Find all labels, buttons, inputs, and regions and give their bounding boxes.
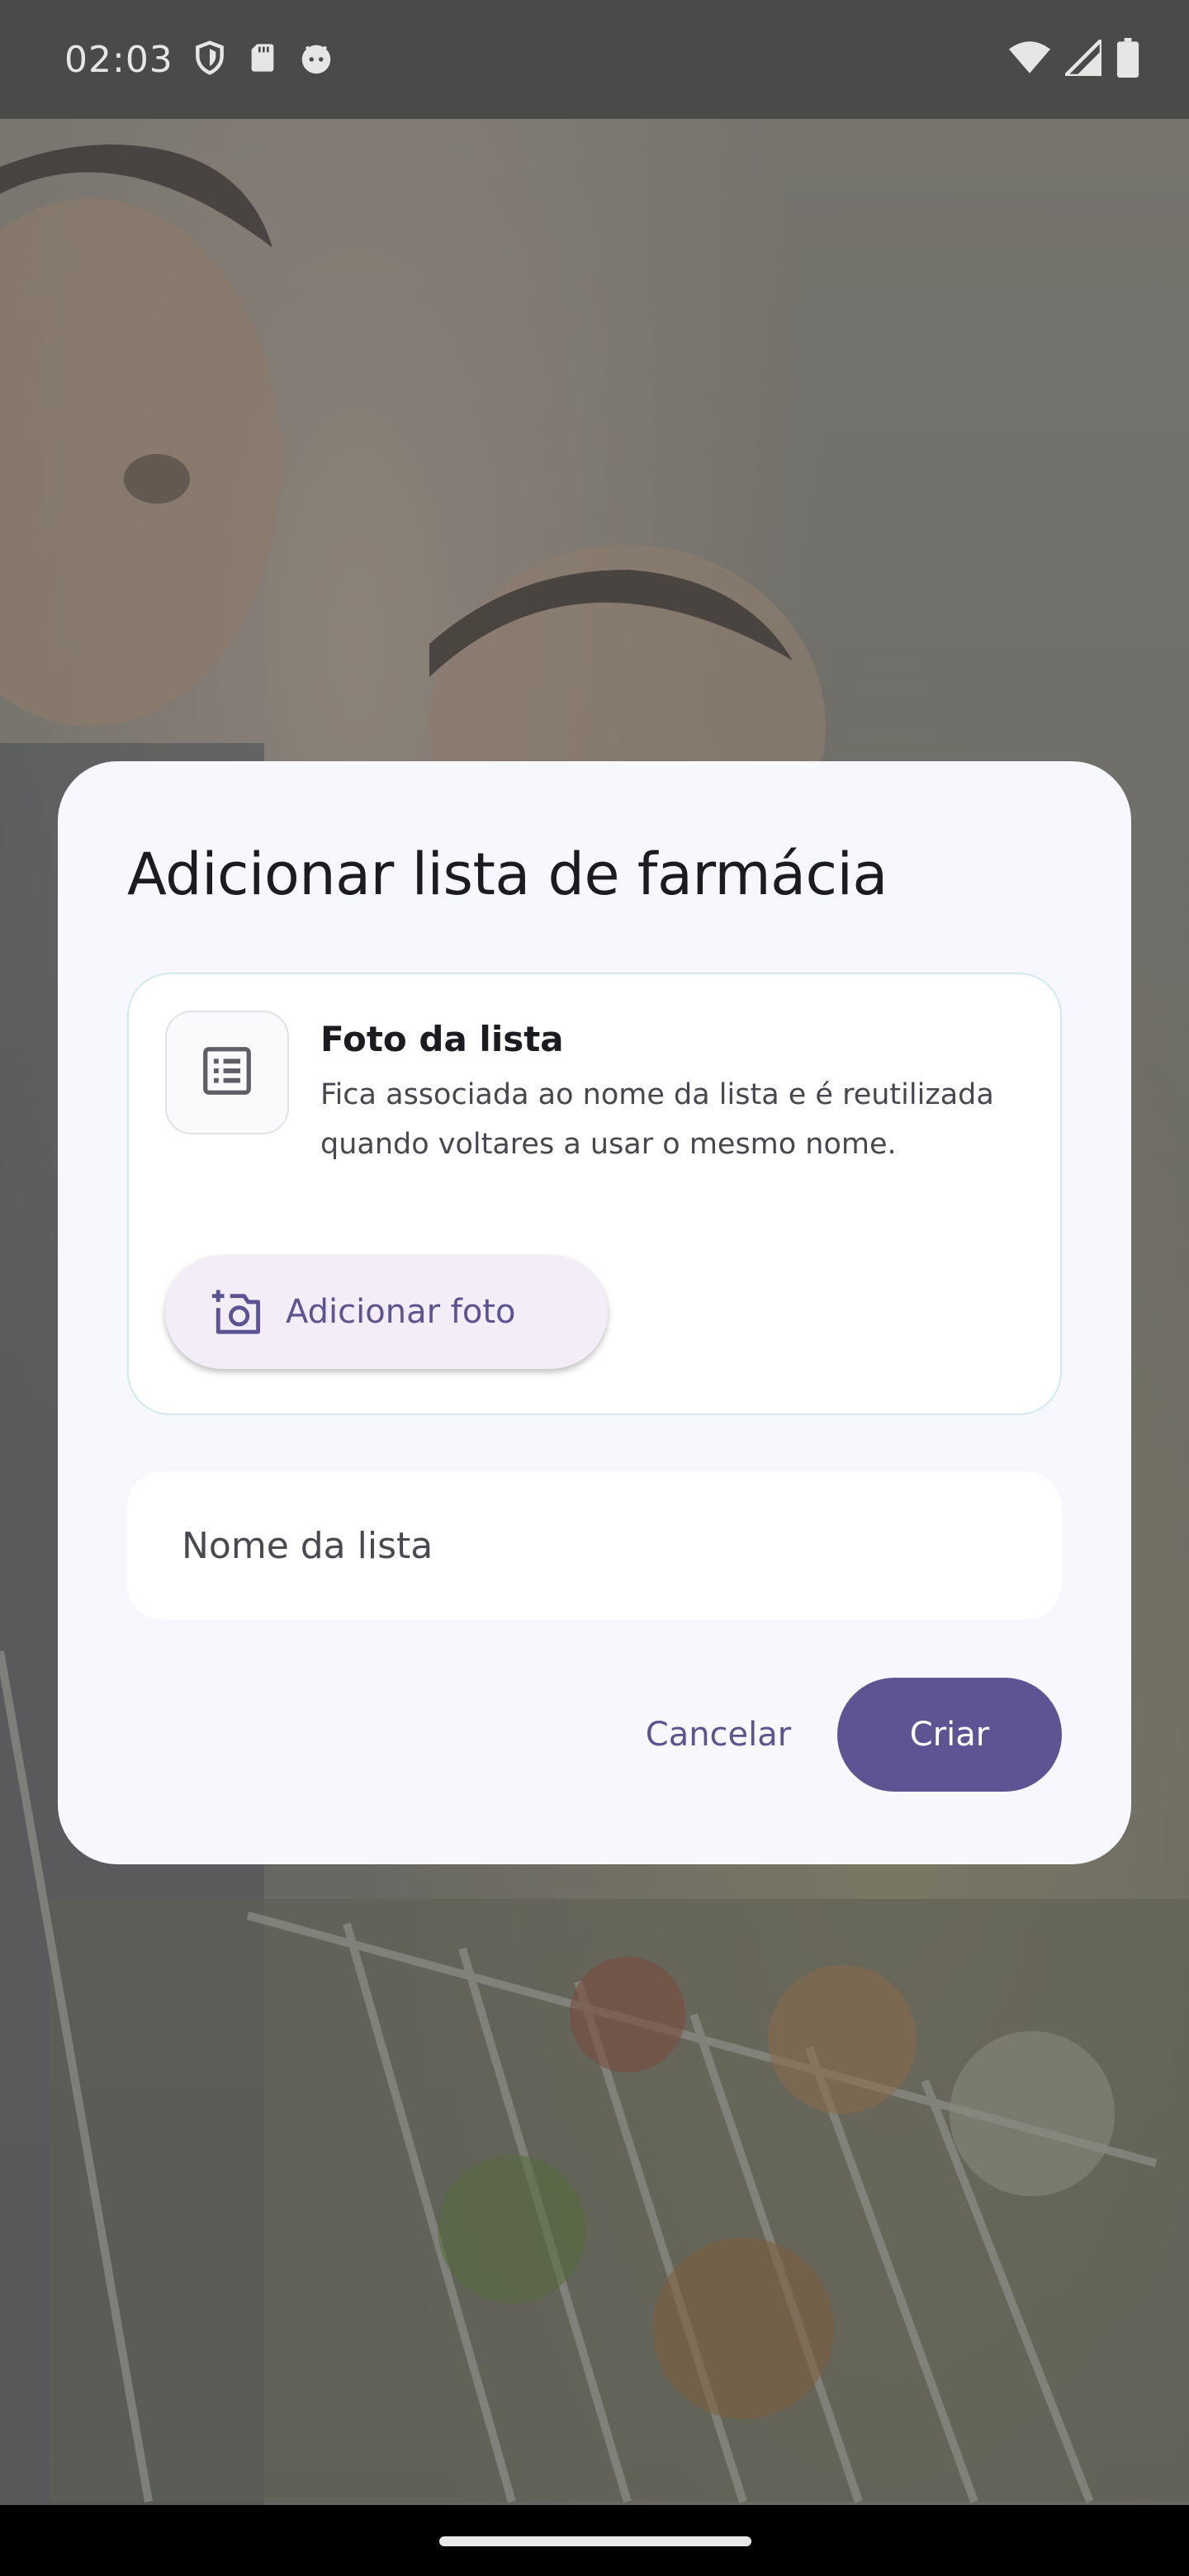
vpn-shield-icon (192, 38, 228, 81)
list-icon (198, 1042, 256, 1103)
sd-card-icon (246, 40, 279, 79)
android-face-icon (297, 39, 335, 80)
photo-card-description: Fica associada ao nome da lista e é reut… (320, 1078, 994, 1161)
wifi-icon (1009, 40, 1050, 79)
add-photo-button[interactable]: Adicionar foto (165, 1255, 608, 1369)
dialog-title: Adicionar lista de farmácia (127, 841, 888, 908)
photo-card-title: Foto da lista (320, 1019, 564, 1059)
list-name-input[interactable] (180, 1523, 1009, 1568)
list-name-field[interactable] (127, 1471, 1062, 1620)
cancel-button[interactable]: Cancelar (594, 1678, 842, 1792)
home-gesture-handle[interactable] (439, 2536, 751, 2546)
signal-icon (1060, 35, 1104, 79)
status-bar: 02:03 (0, 0, 1189, 119)
add-photo-label: Adicionar foto (286, 1293, 516, 1331)
navigation-bar (0, 2505, 1189, 2576)
status-time: 02:03 (64, 38, 173, 81)
list-photo-card: Foto da lista Fica associada ao nome da … (127, 973, 1062, 1415)
list-photo-thumbnail (165, 1011, 289, 1134)
add-photo-camera-icon (210, 1288, 263, 1336)
create-button[interactable]: Criar (837, 1678, 1062, 1792)
add-list-dialog: Adicionar lista de farmácia Foto da list… (58, 761, 1131, 1864)
status-right-icons (1009, 35, 1139, 81)
battery-icon (1116, 38, 1139, 81)
